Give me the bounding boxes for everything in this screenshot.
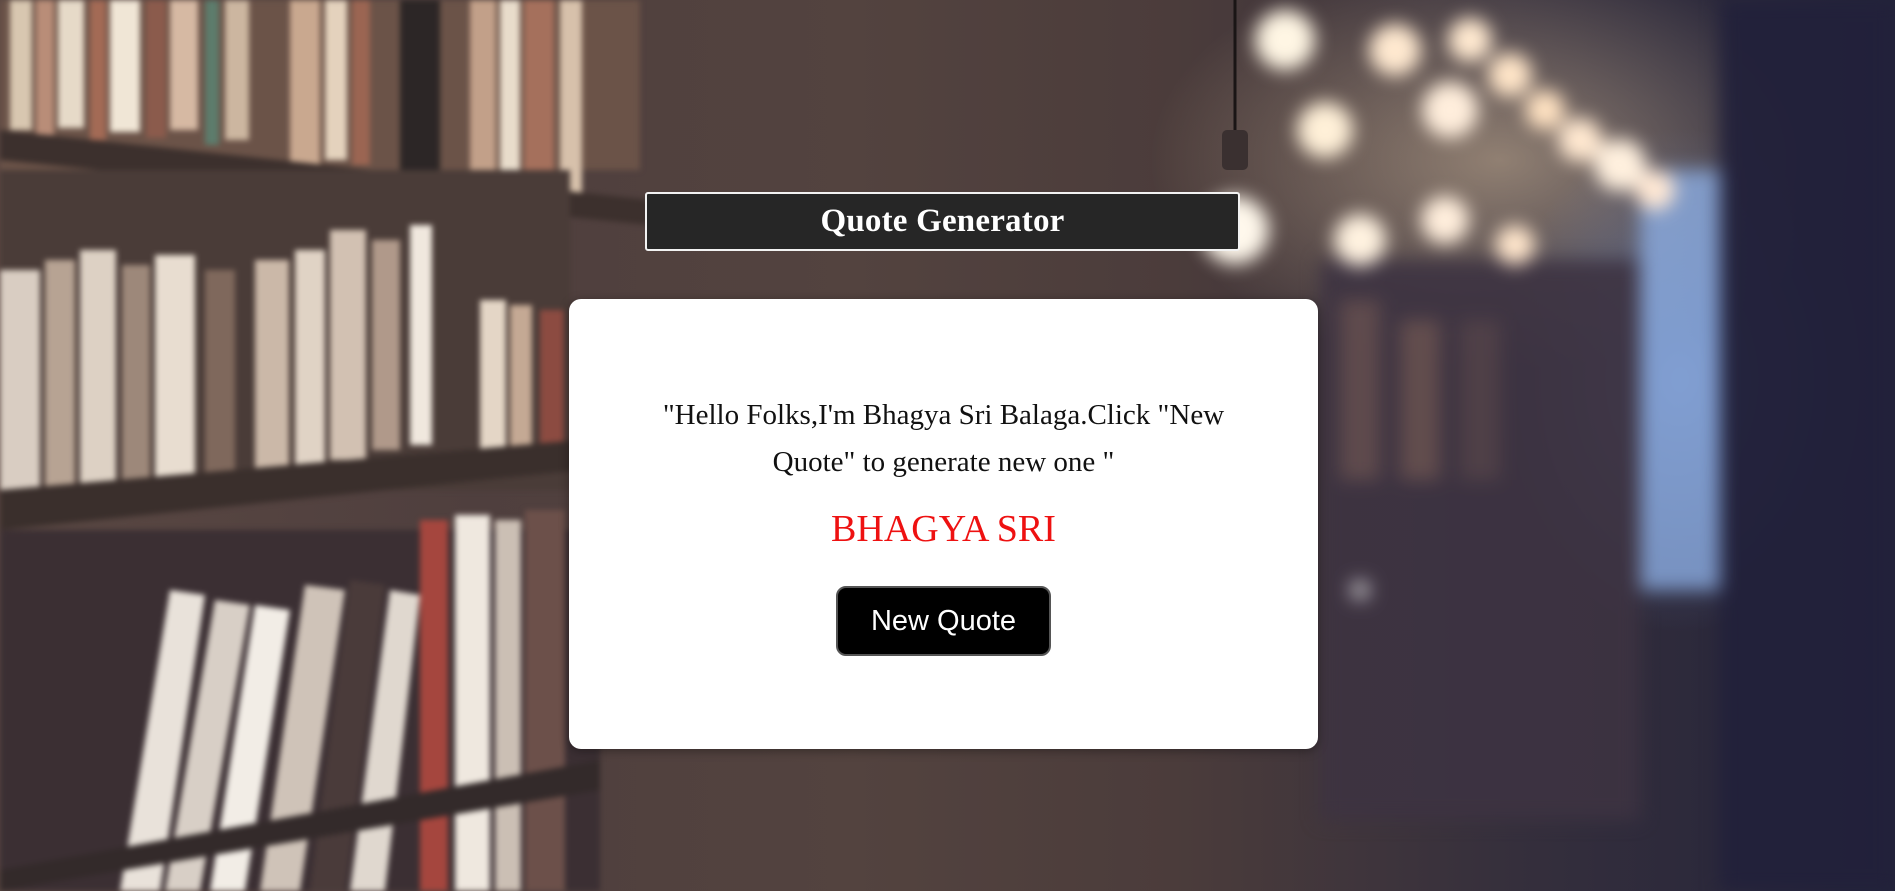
new-quote-button[interactable]: New Quote (836, 586, 1051, 656)
quote-card: "Hello Folks,I'm Bhagya Sri Balaga.Click… (569, 299, 1318, 749)
title-bar: Quote Generator (645, 192, 1240, 251)
quote-text: "Hello Folks,I'm Bhagya Sri Balaga.Click… (662, 399, 1225, 478)
page-title: Quote Generator (820, 203, 1065, 239)
quote-author: BHAGYA SRI (831, 508, 1056, 550)
